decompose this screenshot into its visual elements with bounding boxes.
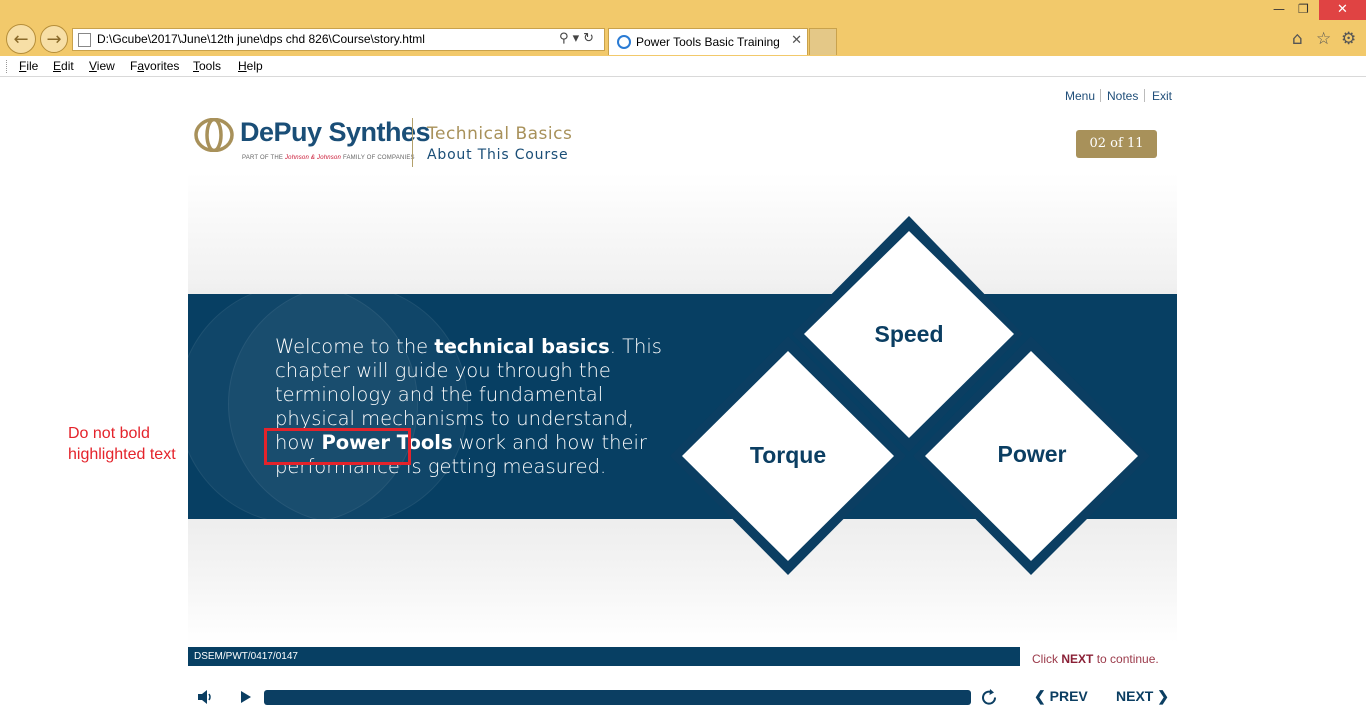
menu-favorites[interactable]: Favorites xyxy=(130,59,179,73)
notes-link[interactable]: Notes xyxy=(1107,89,1138,103)
new-tab-button[interactable] xyxy=(809,28,837,55)
prev-button[interactable]: ❮ PREV xyxy=(1034,688,1088,705)
tab-close-icon[interactable]: ✕ xyxy=(791,33,802,48)
course-subtitle: About This Course xyxy=(427,147,569,163)
link-divider xyxy=(1144,89,1145,102)
course-title: Technical Basics xyxy=(427,124,573,144)
favorites-star-icon[interactable]: ☆ xyxy=(1316,29,1331,49)
link-divider xyxy=(1100,89,1101,102)
slide-counter: 02 of 11 xyxy=(1076,130,1157,158)
footer-code-bar: DSEM/PWT/0417/0147 xyxy=(188,647,1020,666)
highlight-box xyxy=(264,428,411,465)
replay-icon[interactable] xyxy=(980,688,999,707)
chevron-left-icon: ❮ xyxy=(1034,688,1046,704)
back-button[interactable]: ← xyxy=(6,24,36,54)
play-icon[interactable] xyxy=(239,689,253,705)
menu-help[interactable]: Help xyxy=(238,59,263,73)
next-button[interactable]: NEXT ❯ xyxy=(1116,688,1169,705)
restore-icon[interactable]: ❐ xyxy=(1298,2,1309,16)
menubar-grip xyxy=(6,60,8,73)
speed-diamond[interactable]: Speed xyxy=(834,321,984,348)
tab-title: Power Tools Basic Training xyxy=(636,35,780,49)
address-bar[interactable]: D:\Gcube\2017\June\12th june\dps chd 826… xyxy=(72,28,605,51)
browser-tab[interactable]: Power Tools Basic Training ✕ xyxy=(608,28,808,55)
continue-hint: Click NEXT to continue. xyxy=(1032,652,1159,666)
seek-bar[interactable] xyxy=(264,690,971,705)
home-icon[interactable]: ⌂ xyxy=(1292,29,1303,49)
power-diamond[interactable]: Power xyxy=(957,441,1107,468)
header-divider xyxy=(412,118,413,167)
ie-icon xyxy=(617,35,631,49)
chevron-right-icon: ❯ xyxy=(1157,688,1169,704)
volume-icon[interactable] xyxy=(196,688,214,706)
forward-button[interactable]: → xyxy=(40,25,68,53)
window-close-icon[interactable]: ✕ xyxy=(1319,0,1366,20)
review-note: Do not bold highlighted text xyxy=(68,425,176,463)
minimize-icon[interactable]: — xyxy=(1273,2,1285,16)
menu-file[interactable]: File xyxy=(19,59,38,73)
settings-gear-icon[interactable]: ⚙ xyxy=(1341,29,1356,49)
slide-stage: Welcome to the technical basics. This ch… xyxy=(188,173,1177,643)
torque-diamond[interactable]: Torque xyxy=(713,442,863,469)
brand-tagline: PART OF THE Johnson & Johnson FAMILY OF … xyxy=(242,155,415,161)
exit-link[interactable]: Exit xyxy=(1152,89,1172,103)
address-url: D:\Gcube\2017\June\12th june\dps chd 826… xyxy=(97,32,425,46)
menu-view[interactable]: View xyxy=(89,59,115,73)
menu-bar: File Edit View Favorites Tools Help xyxy=(0,56,1366,77)
menu-link[interactable]: Menu xyxy=(1065,89,1095,103)
page-icon xyxy=(78,33,91,47)
menu-tools[interactable]: Tools xyxy=(193,59,221,73)
address-tools-icons[interactable]: ⚲▾↻ xyxy=(559,31,598,46)
brand-name: DePuy Synthes xyxy=(240,117,431,147)
diamond-graphic xyxy=(670,216,1150,575)
document-code: DSEM/PWT/0417/0147 xyxy=(194,651,298,662)
depuy-logo-icon xyxy=(194,118,234,152)
menu-edit[interactable]: Edit xyxy=(53,59,74,73)
